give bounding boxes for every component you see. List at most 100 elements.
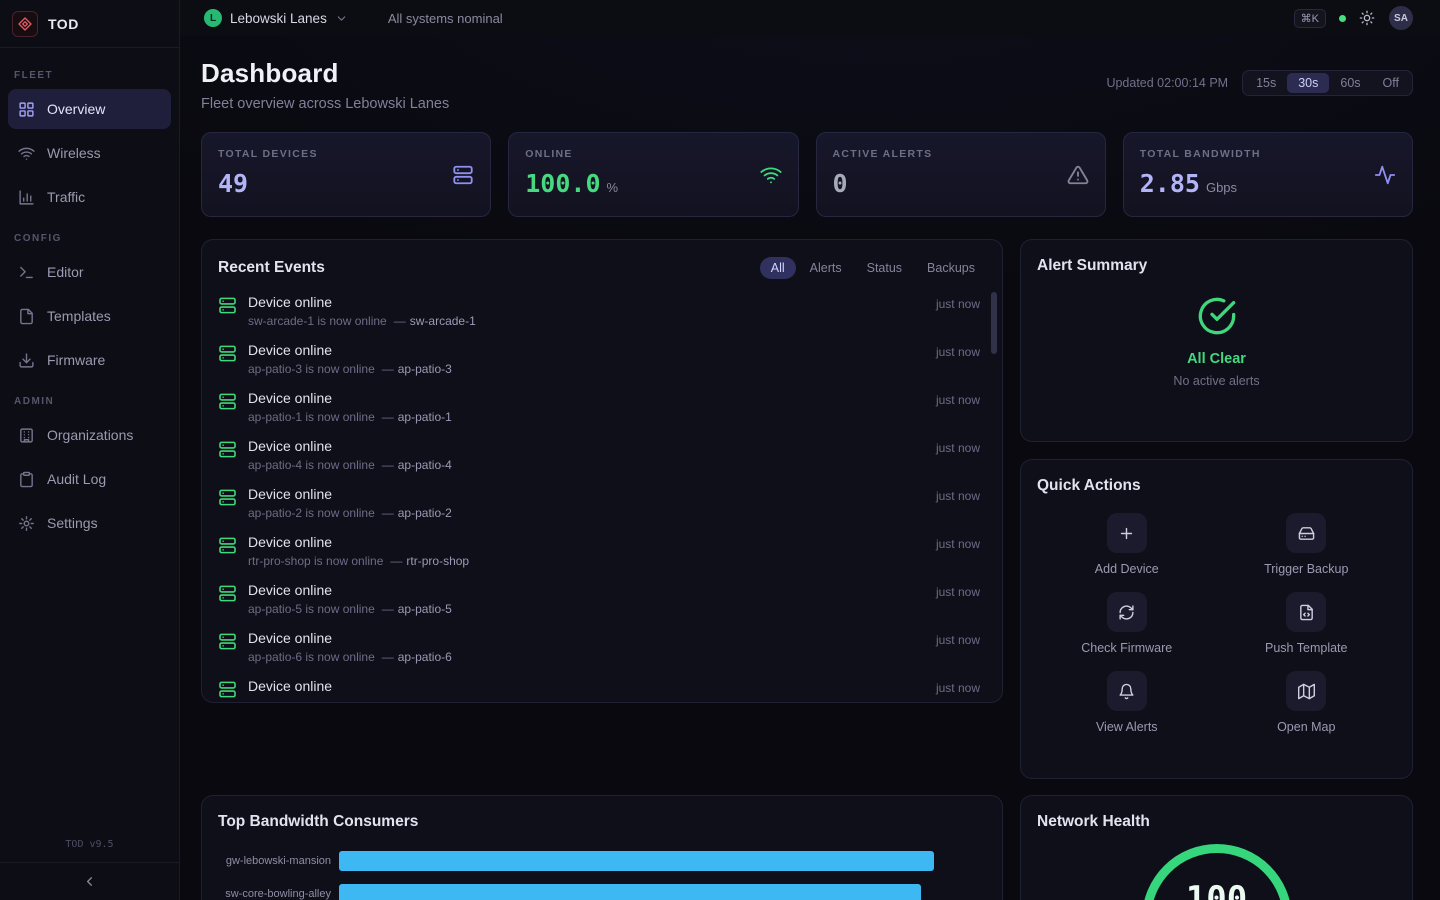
sidebar-item-templates[interactable]: Templates: [8, 296, 171, 336]
event-row[interactable]: Device online just now: [202, 672, 1002, 703]
server-icon: [218, 536, 237, 555]
event-title: Device online: [248, 485, 936, 503]
server-icon: [218, 584, 237, 603]
user-avatar[interactable]: SA: [1389, 6, 1413, 30]
recent-events-panel: Recent Events All Alerts Status Backups …: [201, 239, 1003, 703]
server-icon: [218, 488, 237, 507]
event-time: just now: [936, 345, 980, 359]
event-detail: sw-arcade-1 is now online—sw-arcade-1: [248, 314, 936, 328]
event-title: Device online: [248, 341, 936, 359]
plus-icon: [1118, 525, 1135, 542]
refresh-option-off[interactable]: Off: [1372, 73, 1410, 93]
sidebar-item-organizations[interactable]: Organizations: [8, 415, 171, 455]
event-device: sw-arcade-1: [410, 314, 476, 328]
event-title: Device online: [248, 389, 936, 407]
tab-all[interactable]: All: [760, 257, 796, 279]
stat-value: 0: [833, 169, 848, 198]
action-label: Add Device: [1095, 562, 1159, 576]
action-trigger-backup[interactable]: Trigger Backup: [1217, 513, 1397, 576]
bell-icon: [1118, 683, 1135, 700]
refresh-icon: [1118, 604, 1135, 621]
events-scrollbar[interactable]: [991, 292, 997, 354]
event-device: ap-patio-6: [398, 650, 452, 664]
event-time: just now: [936, 585, 980, 599]
network-health-title: Network Health: [1037, 813, 1150, 830]
topbar-right: ⌘K SA: [1294, 6, 1413, 30]
event-detail: rtr-pro-shop is now online—rtr-pro-shop: [248, 554, 936, 568]
dashboard-grid: Recent Events All Alerts Status Backups …: [201, 239, 1413, 900]
wifi-icon: [18, 145, 35, 162]
sidebar-collapse-button[interactable]: [0, 862, 179, 900]
event-row[interactable]: Device online rtr-pro-shop is now online…: [202, 528, 1002, 576]
nav-section-admin: ADMIN: [14, 396, 165, 407]
page-header: Dashboard Fleet overview across Lebowski…: [201, 58, 1413, 112]
stat-value: 49: [218, 169, 248, 198]
stat-label: TOTAL DEVICES: [218, 148, 474, 160]
sidebar-item-settings[interactable]: Settings: [8, 503, 171, 543]
action-view-alerts[interactable]: View Alerts: [1037, 671, 1217, 734]
event-title: Device online: [248, 677, 936, 695]
event-detail: ap-patio-4 is now online—ap-patio-4: [248, 458, 936, 472]
event-row[interactable]: Device online ap-patio-6 is now online—a…: [202, 624, 1002, 672]
action-push-template[interactable]: Push Template: [1217, 592, 1397, 655]
sun-icon[interactable]: [1359, 10, 1375, 26]
action-label: Push Template: [1265, 641, 1347, 655]
sidebar-item-audit-log[interactable]: Audit Log: [8, 459, 171, 499]
event-time: just now: [936, 393, 980, 407]
event-row[interactable]: Device online ap-patio-4 is now online—a…: [202, 432, 1002, 480]
app-name: TOD: [48, 16, 79, 32]
event-row[interactable]: Device online ap-patio-3 is now online—a…: [202, 336, 1002, 384]
bandwidth-bar-row: sw-core-bowling-alley: [218, 877, 986, 900]
server-icon: [218, 440, 237, 459]
tab-backups[interactable]: Backups: [916, 257, 986, 279]
sidebar-item-traffic[interactable]: Traffic: [8, 177, 171, 217]
check-circle-icon: [1197, 296, 1237, 336]
event-time: just now: [936, 489, 980, 503]
event-row[interactable]: Device online ap-patio-1 is now online—a…: [202, 384, 1002, 432]
bandwidth-device-label: gw-lebowski-mansion: [218, 855, 331, 867]
org-switcher[interactable]: L Lebowski Lanes: [204, 9, 348, 27]
sidebar-item-label: Audit Log: [47, 471, 106, 487]
grid-icon: [18, 101, 35, 118]
action-open-map[interactable]: Open Map: [1217, 671, 1397, 734]
event-row[interactable]: Device online ap-patio-2 is now online—a…: [202, 480, 1002, 528]
event-row[interactable]: Device online sw-arcade-1 is now online—…: [202, 288, 1002, 336]
chevron-left-icon: [82, 874, 97, 889]
nav-section-fleet: FLEET: [14, 70, 165, 81]
sidebar-item-wireless[interactable]: Wireless: [8, 133, 171, 173]
refresh-option-30s[interactable]: 30s: [1287, 73, 1329, 93]
tab-status[interactable]: Status: [856, 257, 913, 279]
event-time: just now: [936, 681, 980, 695]
event-row[interactable]: Device online ap-patio-5 is now online—a…: [202, 576, 1002, 624]
tab-alerts[interactable]: Alerts: [799, 257, 853, 279]
sidebar-item-editor[interactable]: Editor: [8, 252, 171, 292]
app-version: TOD v9.5: [0, 829, 179, 862]
stat-label: ONLINE: [525, 148, 781, 160]
stat-online: ONLINE 100.0 %: [508, 132, 798, 217]
bandwidth-panel: Top Bandwidth Consumers gw-lebowski-mans…: [201, 795, 1003, 900]
right-column: Alert Summary All Clear No active alerts…: [1020, 239, 1413, 779]
sidebar-item-firmware[interactable]: Firmware: [8, 340, 171, 380]
event-title: Device online: [248, 293, 936, 311]
stat-total-bandwidth: TOTAL BANDWIDTH 2.85 Gbps: [1123, 132, 1413, 217]
action-add-device[interactable]: Add Device: [1037, 513, 1217, 576]
event-detail: ap-patio-6 is now online—ap-patio-6: [248, 650, 936, 664]
sidebar-item-overview[interactable]: Overview: [8, 89, 171, 129]
chevron-down-icon: [335, 12, 348, 25]
refresh-option-15s[interactable]: 15s: [1245, 73, 1287, 93]
stat-unit: Gbps: [1206, 180, 1237, 195]
main-area: L Lebowski Lanes All systems nominal ⌘K …: [180, 0, 1440, 900]
stat-label: ACTIVE ALERTS: [833, 148, 1089, 160]
wifi-icon: [760, 164, 782, 186]
sidebar-item-label: Firmware: [47, 352, 105, 368]
clipboard-icon: [18, 471, 35, 488]
refresh-option-60s[interactable]: 60s: [1329, 73, 1371, 93]
action-check-firmware[interactable]: Check Firmware: [1037, 592, 1217, 655]
health-status-dot: [1339, 15, 1346, 22]
brand: TOD: [0, 0, 179, 48]
bandwidth-title: Top Bandwidth Consumers: [218, 813, 418, 830]
command-palette-shortcut[interactable]: ⌘K: [1294, 9, 1326, 28]
org-name: Lebowski Lanes: [230, 11, 327, 26]
alert-status-text: All Clear: [1187, 351, 1246, 367]
stat-label: TOTAL BANDWIDTH: [1140, 148, 1396, 160]
